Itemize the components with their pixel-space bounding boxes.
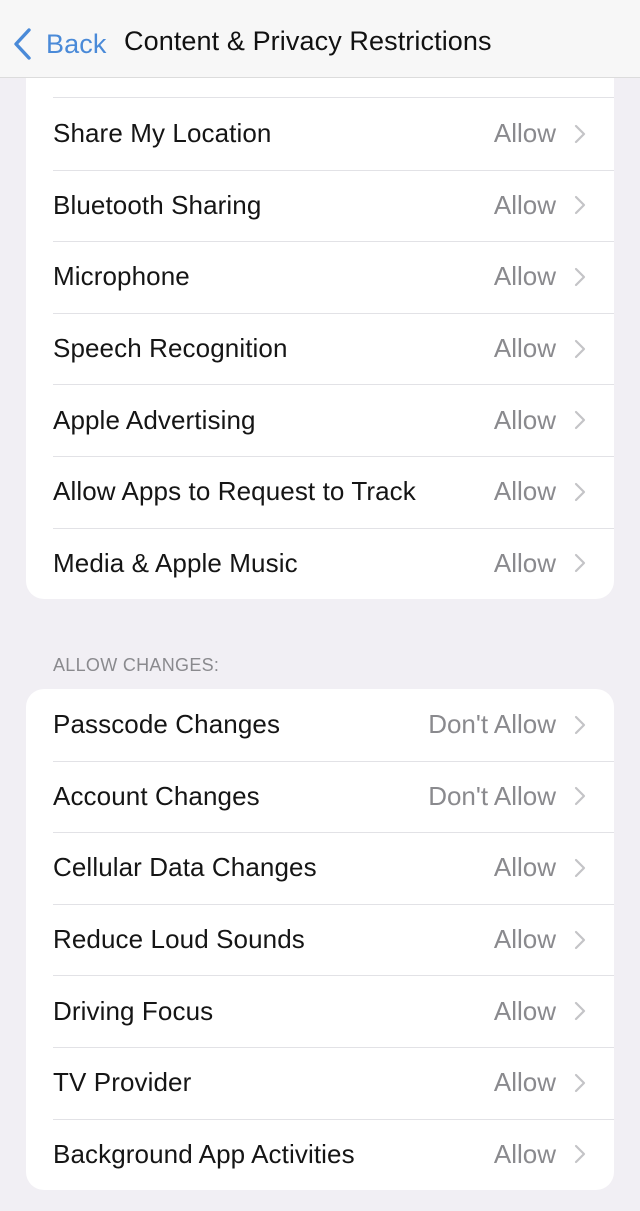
chevron-right-icon (574, 858, 586, 878)
navigation-bar: Back Content & Privacy Restrictions (0, 0, 640, 78)
back-button[interactable]: Back (12, 24, 106, 64)
row-passcode-changes[interactable]: Passcode Changes Don't Allow (26, 689, 614, 761)
row-value: Allow (493, 547, 556, 578)
row-microphone[interactable]: Microphone Allow (26, 241, 614, 313)
row-label: Passcode Changes (53, 709, 281, 740)
row-background-app-activities[interactable]: Background App Activities Allow (26, 1118, 614, 1191)
row-value: Allow (493, 261, 556, 292)
row-label: Background App Activities (53, 1138, 355, 1169)
row-value: Allow (493, 476, 556, 507)
row-label: Apple Advertising (53, 404, 256, 435)
row-value: Allow (493, 1138, 556, 1169)
page-title: Content & Privacy Restrictions (124, 26, 492, 56)
row-value: Don't Allow (428, 709, 556, 740)
row-share-my-location[interactable]: Share My Location Allow (26, 98, 614, 170)
chevron-right-icon (574, 124, 586, 143)
row-label: Bluetooth Sharing (53, 189, 262, 220)
privacy-settings-group: Share My Location Allow Bluetooth Sharing A… (26, 60, 614, 600)
row-value: Don't Allow (428, 780, 556, 811)
row-label: Allow Apps to Request to Track (53, 476, 416, 507)
row-cellular-data-changes[interactable]: Cellular Data Changes Allow (26, 832, 614, 904)
row-label: Speech Recognition (53, 333, 288, 364)
chevron-right-icon (574, 1002, 586, 1021)
chevron-right-icon (574, 196, 586, 215)
row-speech-recognition[interactable]: Speech Recognition Allow (26, 312, 614, 385)
row-value: Allow (493, 924, 556, 955)
row-allow-apps-to-request-to-track[interactable]: Allow Apps to Request to Track Allow (26, 455, 614, 528)
row-value: Allow (493, 333, 556, 364)
row-value: Allow (493, 189, 556, 220)
chevron-right-icon (574, 339, 586, 358)
row-driving-focus[interactable]: Driving Focus Allow (26, 975, 614, 1047)
chevron-right-icon (574, 930, 586, 949)
chevron-right-icon (574, 411, 586, 430)
row-label: TV Provider (53, 1067, 192, 1098)
chevron-right-icon (574, 1073, 586, 1092)
chevron-right-icon (574, 1145, 586, 1164)
row-media-apple-music[interactable]: Media & Apple Music Allow (26, 527, 614, 600)
allow-changes-group: Passcode Changes Don't Allow Account Chang… (26, 689, 614, 1191)
chevron-right-icon (574, 787, 586, 806)
chevron-right-icon (574, 554, 586, 573)
row-account-changes[interactable]: Account Changes Don't Allow (26, 760, 614, 833)
row-label: Account Changes (53, 780, 260, 811)
row-label: Share My Location (53, 118, 272, 149)
row-value: Allow (493, 995, 556, 1026)
back-label: Back (46, 28, 107, 59)
chevron-right-icon (574, 482, 586, 501)
row-reduce-loud-sounds[interactable]: Reduce Loud Sounds Allow (26, 903, 614, 976)
row-value: Allow (493, 852, 556, 883)
chevron-right-icon (574, 715, 586, 734)
row-label: Cellular Data Changes (53, 852, 317, 883)
section-header-allow-changes: ALLOW CHANGES: (53, 655, 220, 675)
row-label: Microphone (53, 261, 190, 292)
row-label: Reduce Loud Sounds (53, 924, 305, 955)
row-label: Driving Focus (53, 995, 214, 1026)
row-bluetooth-sharing[interactable]: Bluetooth Sharing Allow (26, 169, 614, 242)
chevron-right-icon (574, 267, 586, 287)
row-value: Allow (493, 404, 556, 435)
row-value: Allow (493, 1067, 556, 1098)
row-apple-advertising[interactable]: Apple Advertising Allow (26, 384, 614, 456)
chevron-left-icon (14, 28, 31, 60)
row-label: Media & Apple Music (53, 547, 298, 578)
row-value: Allow (493, 118, 556, 149)
row-tv-provider[interactable]: TV Provider Allow (26, 1046, 614, 1119)
